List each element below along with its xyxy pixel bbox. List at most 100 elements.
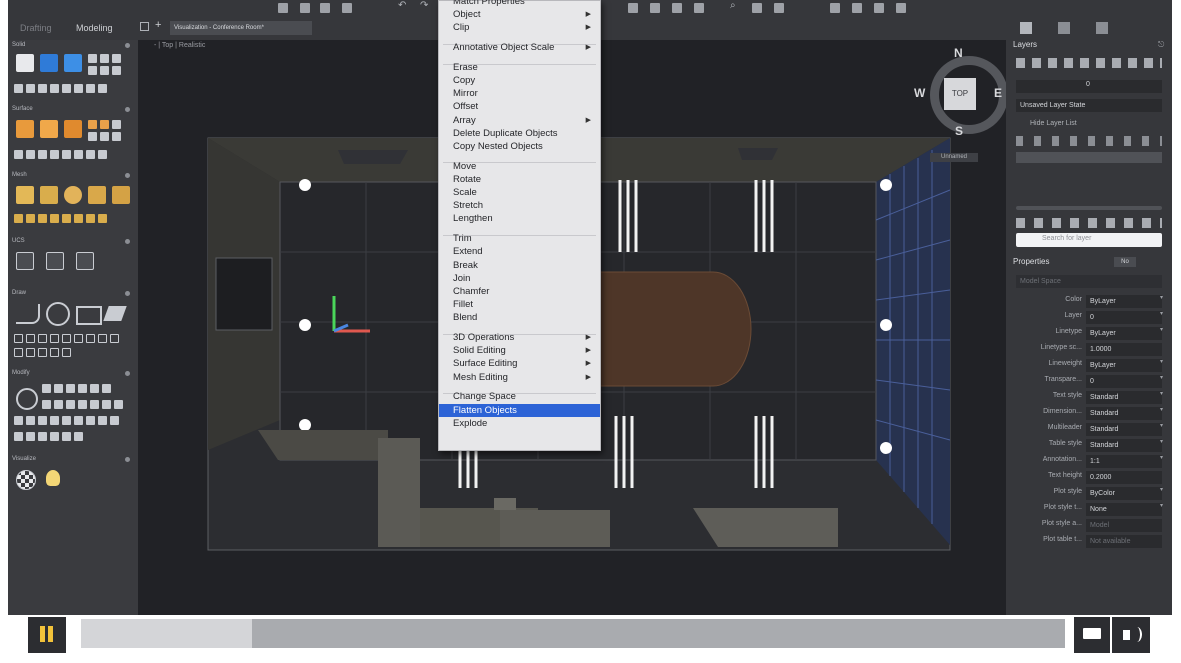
property-value[interactable]: ByLayer (1086, 327, 1162, 340)
mesh-tool-icon[interactable] (62, 214, 71, 223)
presspull-icon[interactable] (64, 54, 82, 72)
compass-north[interactable]: N (954, 46, 963, 60)
draw-tool-icon[interactable] (98, 334, 107, 343)
modify-tool-icon[interactable] (78, 384, 87, 393)
toolbar-icon[interactable] (342, 3, 352, 13)
document-tab[interactable]: Visualization - Conference Room* (170, 21, 312, 35)
solid-tool-icon[interactable] (100, 66, 109, 75)
surface-tool-icon[interactable] (100, 132, 109, 141)
polyline-icon[interactable] (16, 304, 40, 324)
property-row-multileader[interactable]: Multileader Standard ▾ (1010, 422, 1166, 438)
compass-west[interactable]: W (914, 86, 925, 100)
menu-item-surface-editing[interactable]: Surface Editing ▶ (439, 357, 600, 370)
toolbar-icon[interactable] (852, 3, 862, 13)
section-visualize[interactable]: Visualize (12, 456, 36, 462)
modify-tool-icon[interactable] (90, 400, 99, 409)
surface-tool-icon[interactable] (14, 150, 23, 159)
property-row-plot-style[interactable]: Plot style ByColor ▾ (1010, 486, 1166, 502)
property-value[interactable]: 0.2000 (1086, 471, 1162, 484)
modify-tool-icon[interactable] (26, 416, 35, 425)
draw-tool-icon[interactable] (50, 334, 59, 343)
modify-tool-icon[interactable] (86, 416, 95, 425)
property-value[interactable]: ByLayer (1086, 359, 1162, 372)
solid-tool-icon[interactable] (100, 54, 109, 63)
modify-tool-icon[interactable] (42, 400, 51, 409)
section-mesh[interactable]: Mesh (12, 172, 27, 178)
solid-tool-icon[interactable] (14, 84, 23, 93)
property-row-transparency[interactable]: Transpare... 0 ▾ (1010, 374, 1166, 390)
solid-tool-icon[interactable] (88, 54, 97, 63)
surface-tool-icon[interactable] (26, 150, 35, 159)
solid-tool-icon[interactable] (86, 84, 95, 93)
surface-tool-icon[interactable] (88, 132, 97, 141)
new-tab-icon[interactable]: + (155, 19, 161, 31)
modify-tool-icon[interactable] (74, 432, 83, 441)
modify-tool-icon[interactable] (54, 384, 63, 393)
menu-item-rotate[interactable]: Rotate (439, 173, 600, 186)
box-icon[interactable] (16, 54, 34, 72)
circle-icon[interactable] (46, 302, 70, 326)
solid-tool-icon[interactable] (112, 54, 121, 63)
property-value[interactable]: Standard (1086, 439, 1162, 452)
surface-tool-icon[interactable] (100, 120, 109, 129)
chevron-down-icon[interactable]: ▾ (1160, 454, 1163, 461)
layer-search-input[interactable]: Search for layer (1016, 233, 1162, 247)
menu-item-array[interactable]: Array ▶ (439, 114, 600, 127)
draw-tool-icon[interactable] (62, 348, 71, 357)
mesh-tool-icon[interactable] (38, 214, 47, 223)
solid-tool-icon[interactable] (112, 66, 121, 75)
property-row-text-style[interactable]: Text style Standard ▾ (1010, 390, 1166, 406)
modify-tool-icon[interactable] (102, 384, 111, 393)
volume-button[interactable] (1112, 617, 1150, 653)
menu-item-change-space[interactable]: Change Space (439, 390, 600, 403)
section-solid[interactable]: Solid (12, 42, 25, 48)
property-row-table-style[interactable]: Table style Standard ▾ (1010, 438, 1166, 454)
compass-south[interactable]: S (955, 124, 963, 138)
solid-tool-icon[interactable] (74, 84, 83, 93)
chevron-down-icon[interactable]: ▾ (1160, 486, 1163, 493)
property-value[interactable]: 1.0000 (1086, 343, 1162, 356)
menu-item-break[interactable]: Break (439, 259, 600, 272)
surface-icon[interactable] (40, 120, 58, 138)
mesh-sphere-icon[interactable] (64, 186, 82, 204)
draw-tool-icon[interactable] (14, 348, 23, 357)
solid-tool-icon[interactable] (26, 84, 35, 93)
surface-icon[interactable] (64, 120, 82, 138)
object-type-dropdown[interactable]: Model Space (1016, 275, 1162, 288)
layer-action-icons[interactable] (1016, 218, 1162, 228)
palette-tab-icon[interactable] (1096, 22, 1108, 34)
surface-icon[interactable] (16, 120, 34, 138)
property-row-plot-style-table[interactable]: Plot style t... None ▾ (1010, 502, 1166, 518)
current-layer-dropdown[interactable]: 0 (1016, 80, 1162, 93)
layer-state-dropdown[interactable]: Unsaved Layer State (1016, 99, 1162, 112)
toolbar-icon[interactable] (672, 3, 682, 13)
toolbar-icon[interactable] (300, 3, 310, 13)
modify-tool-icon[interactable] (78, 400, 87, 409)
menu-item-erase[interactable]: Erase (439, 61, 600, 74)
compass-east[interactable]: E (994, 86, 1002, 100)
mesh-tool-icon[interactable] (86, 214, 95, 223)
properties-tab-icon[interactable] (1058, 22, 1070, 34)
ucs-dropdown[interactable]: Unnamed (930, 153, 978, 162)
captions-button[interactable] (1074, 617, 1110, 653)
property-row-lineweight[interactable]: Lineweight ByLayer ▾ (1010, 358, 1166, 374)
solid-tool-icon[interactable] (88, 66, 97, 75)
property-row-linetype-scale[interactable]: Linetype sc... 1.0000 (1010, 342, 1166, 358)
mesh-icon[interactable] (40, 186, 58, 204)
property-value[interactable]: 1:1 (1086, 455, 1162, 468)
modify-tool-icon[interactable] (42, 384, 51, 393)
layer-list-header[interactable] (1016, 136, 1162, 146)
viewcube-top-face[interactable]: TOP (944, 78, 976, 110)
grid-icon[interactable] (140, 22, 149, 31)
menu-item-offset[interactable]: Offset (439, 100, 600, 113)
chevron-down-icon[interactable]: ▾ (1160, 406, 1163, 413)
surface-tool-icon[interactable] (74, 150, 83, 159)
section-menu-icon[interactable] (125, 43, 130, 48)
menu-item-explode[interactable]: Explode (439, 417, 600, 430)
modify-tool-icon[interactable] (50, 432, 59, 441)
modify-tool-icon[interactable] (38, 416, 47, 425)
chevron-down-icon[interactable]: ▾ (1160, 294, 1163, 301)
property-value[interactable]: 0 (1086, 311, 1162, 324)
section-menu-icon[interactable] (125, 107, 130, 112)
solid-tool-icon[interactable] (62, 84, 71, 93)
